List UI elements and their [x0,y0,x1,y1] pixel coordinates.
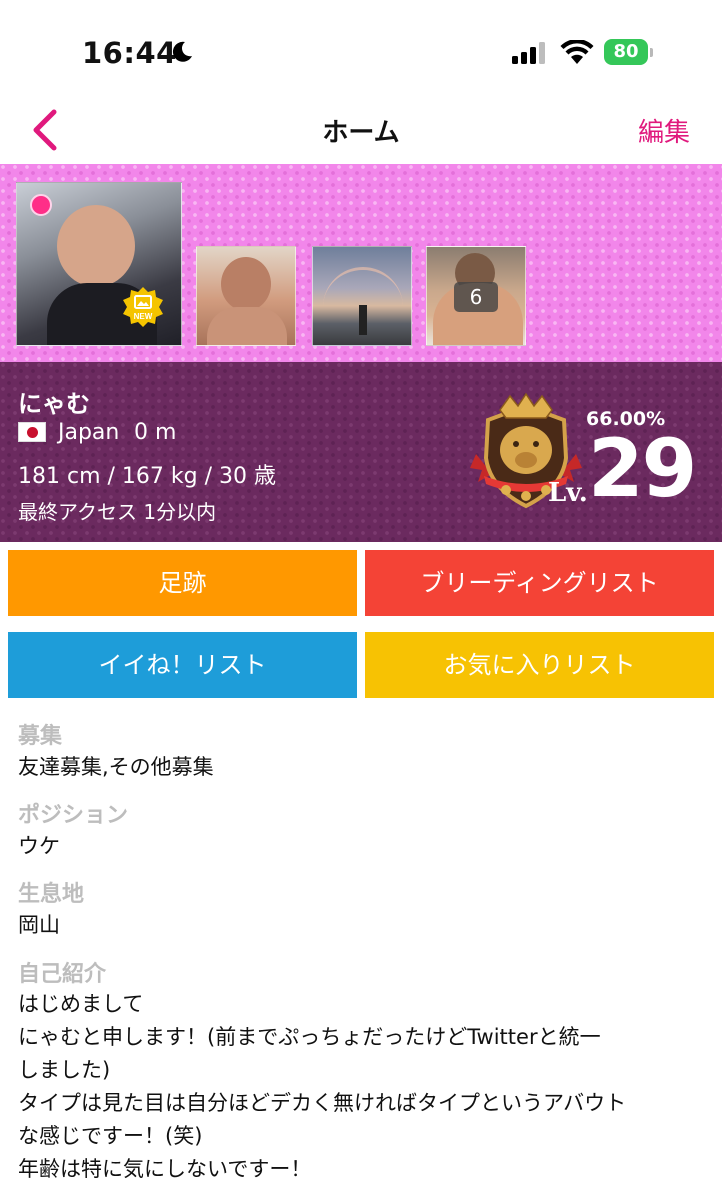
battery-icon: 80 [604,39,653,65]
bio-line: しました) [18,1058,111,1082]
habitat-value: 岡山 [18,913,60,937]
level-number: 29 [588,422,697,515]
like-list-button[interactable]: イイね！リスト [8,632,357,698]
status-bar: 16:44 80 [0,0,722,100]
signal-icon [512,42,545,64]
gallery-photo[interactable] [312,246,412,346]
recruit-value: 友達募集,その他募集 [18,755,214,779]
profile-summary: にゃむ Japan 0 m 181 cm / 167 kg / 30 歳 最終ア… [0,362,722,542]
photo-count-badge: 6 [454,282,498,312]
gallery-photo[interactable] [196,246,296,346]
footprints-button[interactable]: 足跡 [8,550,357,616]
position-value: ウケ [18,834,60,858]
recruit-label: 募集 [18,724,63,749]
page-title: ホーム [322,118,400,148]
edit-button[interactable]: 編集 [638,112,690,149]
new-badge-label: NEW [134,312,153,321]
bio-line: はじめまして [18,992,144,1016]
body-stats: 181 cm / 167 kg / 30 歳 [18,464,276,489]
bio-line: にゃむと申します！(前までぷっちょだったけどTwitterと統一 [18,1025,601,1049]
status-time: 16:44 [82,36,177,70]
battery-level: 80 [613,41,639,62]
bio-line: タイプは見た目は自分ほどデカく無ければタイプというアバウト [18,1091,627,1115]
position-label: ポジション [18,803,129,828]
favorites-list-button[interactable]: お気に入りリスト [365,632,714,698]
breeding-list-button[interactable]: ブリーディングリスト [365,550,714,616]
wifi-icon [560,40,594,64]
bio-line: 年齢は特に気にしないですー！ [18,1157,312,1181]
level-prefix: Lv. [548,478,588,508]
moon-icon [172,41,192,62]
username: にゃむ [18,390,90,418]
habitat-label: 生息地 [18,882,85,907]
bio-label: 自己紹介 [18,962,107,987]
nav-bar: ホーム 編集 [0,100,722,164]
japan-flag-icon [18,422,46,442]
bio-line: な感じですー！(笑) [18,1124,203,1148]
new-photo-badge: NEW [123,287,163,327]
country: Japan [58,420,120,445]
last-access: 最終アクセス 1分以内 [18,500,217,524]
online-status-dot [30,194,52,216]
distance: 0 m [134,420,177,445]
